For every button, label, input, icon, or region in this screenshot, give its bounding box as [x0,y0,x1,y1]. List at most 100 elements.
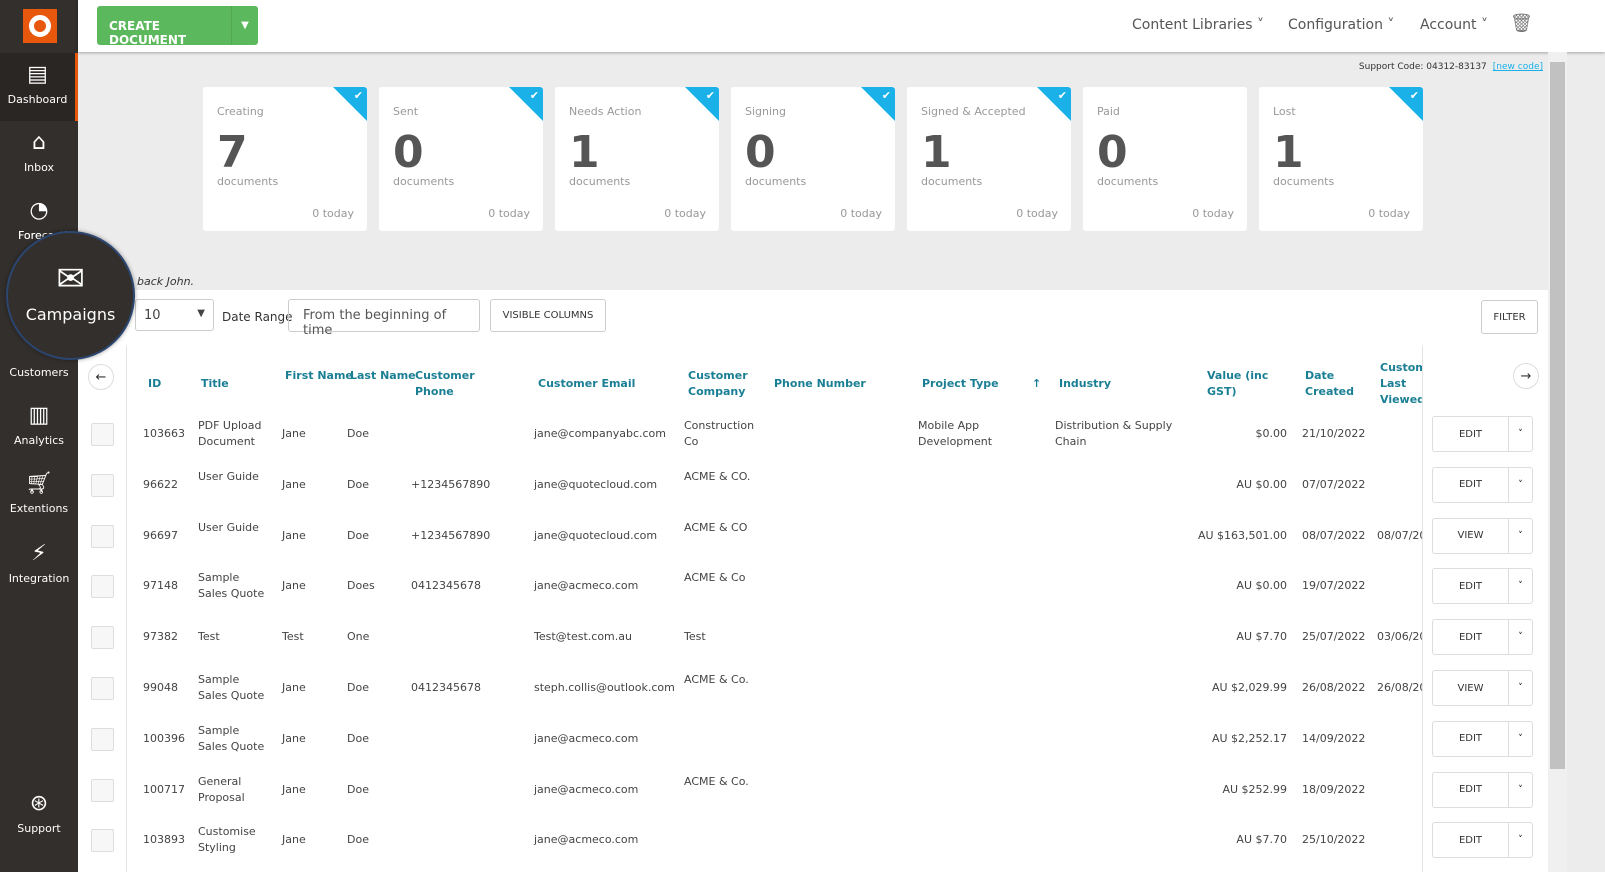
table-cell: User Guide [198,520,268,536]
label: Inbox [24,161,54,174]
row-checkbox[interactable] [91,626,114,649]
page-size-select[interactable]: 10▼ [135,299,214,331]
edit-button[interactable]: EDIT [1433,773,1509,807]
trash-icon[interactable]: 🗑︎ [1510,13,1533,34]
column-header-title[interactable]: Title [201,376,271,392]
status-card-creating[interactable]: Creating7documents0 today✔ [203,87,367,231]
table-cell[interactable]: jane@acmeco.com [534,578,638,594]
campaigns-magnifier[interactable]: ✉Campaigns [6,231,135,360]
column-header-customer-company[interactable]: Customer Company [688,368,758,400]
edit-button[interactable]: EDIT [1433,722,1509,756]
new-code-link[interactable]: [new code] [1493,62,1543,72]
table-cell: ACME & Co. [684,672,754,688]
row-checkbox[interactable] [91,829,114,852]
scrollbar[interactable] [1548,52,1567,872]
column-header-customer-email[interactable]: Customer Email [538,376,648,392]
column-header-customer-last-viewed[interactable]: Customer Last Viewed [1380,360,1422,408]
sidebar-item-dashboard[interactable]: ▤Dashboard [0,53,78,121]
inbox-icon: ⌂ [0,131,78,155]
sort-icon[interactable]: ↑ [1032,376,1041,392]
app-logo[interactable] [23,9,57,43]
chevron-down-icon[interactable]: ˅ [1509,722,1532,756]
column-header-value-inc-gst-[interactable]: Value (inc GST) [1207,368,1287,400]
sidebar-item-inbox[interactable]: ⌂ Inbox [0,131,78,174]
edit-button[interactable]: EDIT [1433,468,1509,502]
row-action-button[interactable]: EDIT˅ [1432,721,1533,757]
status-card-signed-accepted[interactable]: Signed & Accepted1documents0 today✔ [907,87,1071,231]
table-cell[interactable]: steph.collis@outlook.com [534,680,675,696]
view-button[interactable]: VIEW [1433,671,1509,705]
chevron-down-icon[interactable]: ˅ [1509,773,1532,807]
chevron-down-icon[interactable]: ˅ [1509,519,1532,553]
sidebar-item-analytics[interactable]: ▥Analytics [0,404,78,447]
column-header-date-created[interactable]: Date Created [1305,368,1375,400]
column-header-industry[interactable]: Industry [1059,376,1129,392]
column-header-project-type[interactable]: Project Type [922,376,1032,392]
sidebar-item-extentions[interactable]: 🛒︎Extentions [0,472,78,515]
row-action-button[interactable]: EDIT˅ [1432,822,1533,858]
edit-button[interactable]: EDIT [1433,417,1509,451]
row-checkbox[interactable] [91,677,114,700]
sidebar-item-integration[interactable]: ⚡︎Integration [0,542,78,585]
chevron-down-icon[interactable]: ˅ [1509,569,1532,603]
status-card-lost[interactable]: Lost1documents0 today✔ [1259,87,1423,231]
row-action-button[interactable]: VIEW˅ [1432,670,1533,706]
table-cell[interactable]: jane@quotecloud.com [534,528,657,544]
chevron-down-icon[interactable]: ˅ [1509,671,1532,705]
row-checkbox[interactable] [91,525,114,548]
view-button[interactable]: VIEW [1433,519,1509,553]
row-action-button[interactable]: VIEW˅ [1432,518,1533,554]
edit-button[interactable]: EDIT [1433,823,1509,857]
menu-account[interactable]: Account ˅ [1420,17,1488,33]
chevron-down-icon[interactable]: ˅ [1509,823,1532,857]
row-action-button[interactable]: EDIT˅ [1432,467,1533,503]
edit-button[interactable]: EDIT [1433,569,1509,603]
table-cell[interactable]: jane@quotecloud.com [534,477,657,493]
table-cell: Test [684,629,706,645]
scroll-right-icon[interactable]: → [1513,363,1539,389]
chevron-down-icon[interactable]: ˅ [1509,417,1532,451]
status-card-signing[interactable]: Signing0documents0 today✔ [731,87,895,231]
table-cell: Distribution & Supply Chain [1055,418,1175,450]
row-action-button[interactable]: EDIT˅ [1432,619,1533,655]
table-cell: 0412345678 [411,578,481,594]
column-header-first-name[interactable]: First Name [285,368,355,384]
column-header-phone-number[interactable]: Phone Number [774,376,884,392]
status-card-paid[interactable]: Paid0documents0 today [1083,87,1247,231]
column-header-customer-phone[interactable]: Customer Phone [415,368,485,400]
table-cell: ACME & CO. [684,469,754,485]
date-range-input[interactable]: From the beginning of time [288,299,480,332]
table-cell[interactable]: Test@test.com.au [534,629,632,645]
sidebar-item-support[interactable]: ⊛Support [0,792,78,835]
filter-button[interactable]: FILTER [1481,300,1538,334]
create-document-button[interactable]: CREATE DOCUMENT▼ [97,6,258,45]
row-action-button[interactable]: EDIT˅ [1432,568,1533,604]
table-cell: Test [198,629,220,645]
table-cell: Mobile App Development [918,418,1008,450]
menu-content-libraries[interactable]: Content Libraries ˅ [1132,17,1264,33]
table-cell[interactable]: jane@acmeco.com [534,731,638,747]
table-cell[interactable]: jane@acmeco.com [534,832,638,848]
table-cell: ACME & Co. [684,774,754,790]
menu-configuration[interactable]: Configuration ˅ [1288,17,1394,33]
edit-button[interactable]: EDIT [1433,620,1509,654]
chevron-down-icon[interactable]: ▼ [231,6,258,45]
row-checkbox[interactable] [91,474,114,497]
chevron-down-icon[interactable]: ˅ [1509,620,1532,654]
row-checkbox[interactable] [91,779,114,802]
row-checkbox[interactable] [91,575,114,598]
row-action-button[interactable]: EDIT˅ [1432,772,1533,808]
table-cell[interactable]: jane@companyabc.com [534,426,666,442]
scroll-left-icon[interactable]: ← [88,364,114,390]
status-card-needs-action[interactable]: Needs Action1documents0 today✔ [555,87,719,231]
card-count: 0 [1097,127,1128,178]
status-card-sent[interactable]: Sent0documents0 today✔ [379,87,543,231]
row-checkbox[interactable] [91,423,114,446]
visible-columns-button[interactable]: VISIBLE COLUMNS [490,299,606,332]
card-count: 7 [217,127,248,178]
table-cell[interactable]: jane@acmeco.com [534,782,638,798]
chevron-down-icon[interactable]: ˅ [1509,468,1532,502]
row-action-button[interactable]: EDIT˅ [1432,416,1533,452]
row-checkbox[interactable] [91,728,114,751]
column-header-last-name[interactable]: Last Name [350,368,420,384]
